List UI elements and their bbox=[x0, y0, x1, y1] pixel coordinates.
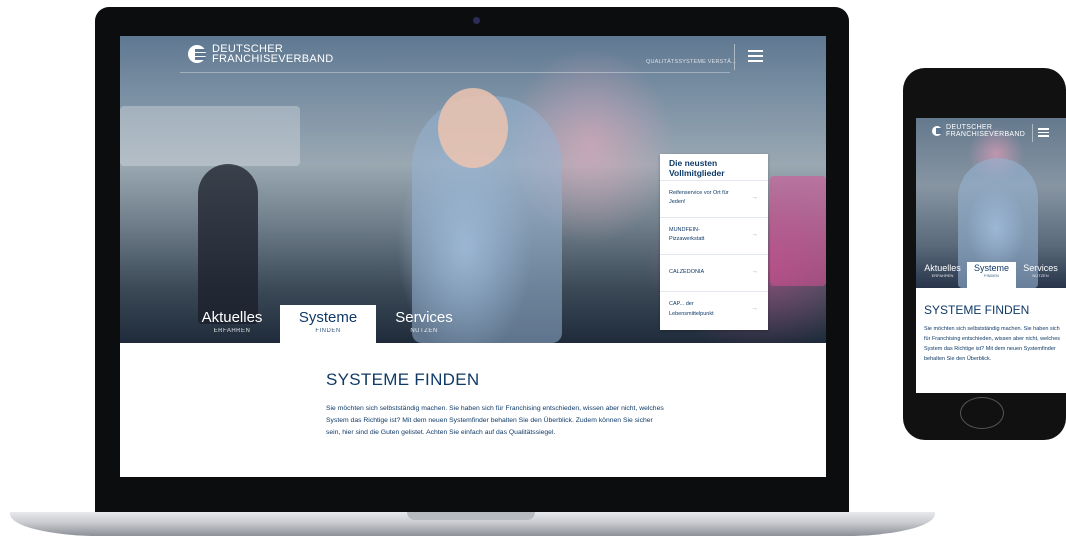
newest-members-title: Die neusten Vollmitglieder bbox=[660, 154, 768, 181]
header-top-link[interactable]: QUALITÄTSSYSTEME VERSTÄ... bbox=[646, 59, 736, 65]
tab-aktuelles[interactable]: Aktuelles ERFAHREN bbox=[184, 305, 280, 343]
arrow-right-icon: → bbox=[751, 268, 758, 275]
page-heading: SYSTEME FINDEN bbox=[326, 370, 480, 389]
phone-main-tabs: Aktuelles ERFAHREN Systeme FINDEN Servic… bbox=[918, 262, 1065, 288]
phone-hero-image: DEUTSCHER FRANCHISEVERBAND Aktuelles ERF… bbox=[916, 118, 1066, 288]
phone-page-heading: SYSTEME FINDEN bbox=[924, 303, 1030, 317]
phone-screen: DEUTSCHER FRANCHISEVERBAND Aktuelles ERF… bbox=[916, 118, 1066, 393]
phone-logo-icon bbox=[932, 126, 942, 136]
logo-line-2: FRANCHISEVERBAND bbox=[212, 53, 334, 65]
phone-intro-text: Sie möchten sich selbstständig machen. S… bbox=[924, 326, 1061, 362]
laptop-camera bbox=[473, 17, 480, 24]
news-item-cap[interactable]: CAP... der Lebensmittelpunkt → bbox=[660, 292, 768, 330]
menu-separator bbox=[734, 44, 735, 70]
intro-text: Sie möchten sich selbstständig machen. S… bbox=[326, 405, 664, 436]
laptop-notch bbox=[407, 512, 535, 520]
phone-home-button[interactable] bbox=[960, 397, 1004, 429]
news-item-mundfein[interactable]: MUNDFEIN- Pizzawerkstatt → bbox=[660, 218, 768, 255]
hero-image: DEUTSCHER FRANCHISEVERBAND QUALITÄTSSYST… bbox=[120, 36, 826, 343]
phone-tab-services[interactable]: Services NUTZEN bbox=[1016, 262, 1065, 288]
phone-main-content: SYSTEME FINDEN Sie möchten sich selbstst… bbox=[924, 303, 1064, 364]
tab-services[interactable]: Services NUTZEN bbox=[376, 305, 472, 343]
phone-hamburger-menu-icon[interactable] bbox=[1038, 128, 1049, 137]
tab-systeme[interactable]: Systeme FINDEN bbox=[280, 305, 376, 343]
site-logo[interactable]: DEUTSCHER FRANCHISEVERBAND bbox=[188, 44, 334, 65]
arrow-right-icon: → bbox=[751, 231, 758, 238]
phone-site-logo[interactable]: DEUTSCHER FRANCHISEVERBAND bbox=[932, 124, 1025, 138]
hero-woman-face bbox=[438, 88, 508, 168]
arrow-right-icon: → bbox=[751, 194, 758, 201]
logo-icon bbox=[188, 45, 206, 63]
header-divider bbox=[180, 72, 730, 73]
hero-pink-bags bbox=[770, 176, 826, 286]
hero-worker-left bbox=[198, 164, 258, 324]
news-item-reifenservice[interactable]: Reifenservice vor Ort für Jeden! → bbox=[660, 181, 768, 218]
main-content: SYSTEME FINDEN Sie möchten sich selbstst… bbox=[326, 370, 666, 439]
newest-members-panel: Die neusten Vollmitglieder Reifenservice… bbox=[660, 154, 768, 330]
laptop-screen: DEUTSCHER FRANCHISEVERBAND QUALITÄTSSYST… bbox=[120, 36, 826, 477]
hamburger-menu-icon[interactable] bbox=[748, 50, 763, 62]
phone-tab-aktuelles[interactable]: Aktuelles ERFAHREN bbox=[918, 262, 967, 288]
main-tabs: Aktuelles ERFAHREN Systeme FINDEN Servic… bbox=[184, 305, 472, 343]
hero-kitchen-shelf bbox=[120, 106, 300, 166]
phone-menu-separator bbox=[1032, 124, 1033, 142]
news-item-calzedonia[interactable]: CALZEDONIA → bbox=[660, 255, 768, 292]
arrow-right-icon: → bbox=[751, 305, 758, 312]
phone-tab-systeme[interactable]: Systeme FINDEN bbox=[967, 262, 1016, 288]
